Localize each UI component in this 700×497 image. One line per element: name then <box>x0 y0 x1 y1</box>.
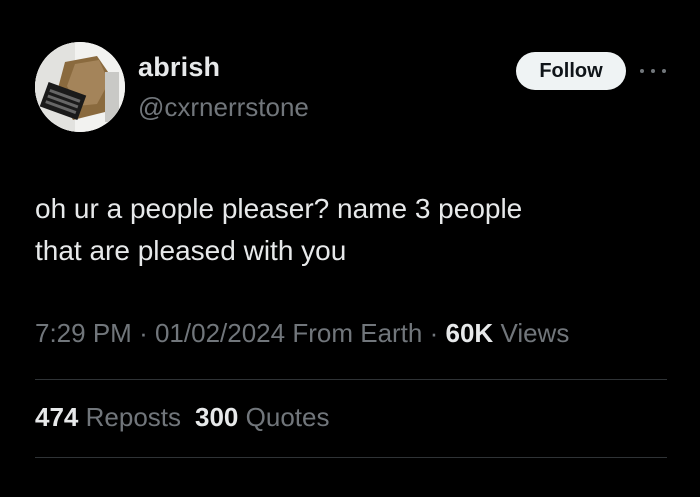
reposts-link[interactable]: 474 Reposts <box>35 402 181 432</box>
reposts-label: Reposts <box>85 402 182 432</box>
tweet-text-line: oh ur a people pleaser? name 3 people <box>35 193 523 224</box>
more-dot <box>662 69 666 73</box>
tweet-text-line: that are pleased with you <box>35 235 347 266</box>
display-name[interactable]: abrish <box>138 52 220 83</box>
follow-button[interactable]: Follow <box>516 52 626 90</box>
avatar[interactable] <box>35 42 125 132</box>
meta-separator: · <box>139 318 148 348</box>
reposts-count: 474 <box>35 402 79 432</box>
tweet-text: oh ur a people pleaser? name 3 people th… <box>35 188 675 272</box>
user-handle[interactable]: @cxrnerrstone <box>138 92 309 123</box>
meta-separator: · <box>429 318 439 348</box>
tweet-meta: 7:29 PM · 01/02/2024 From Earth · 60K Vi… <box>35 318 569 349</box>
avatar-photo-icon <box>35 42 125 132</box>
divider <box>35 379 667 380</box>
divider <box>35 457 667 458</box>
follow-button-label: Follow <box>539 59 603 82</box>
tweet-date[interactable]: 01/02/2024 <box>155 318 285 348</box>
more-horizontal-icon[interactable] <box>640 66 666 76</box>
more-dot <box>651 69 655 73</box>
views-count: 60K <box>445 318 494 348</box>
tweet-stats: 474 Reposts 300 Quotes <box>35 402 329 433</box>
quotes-link[interactable]: 300 Quotes <box>195 402 329 432</box>
quotes-label: Quotes <box>245 402 330 432</box>
views-label: Views <box>500 318 570 348</box>
tweet-source: From Earth <box>292 318 423 348</box>
quotes-count: 300 <box>195 402 239 432</box>
more-dot <box>640 69 644 73</box>
tweet-time[interactable]: 7:29 PM <box>35 318 132 348</box>
